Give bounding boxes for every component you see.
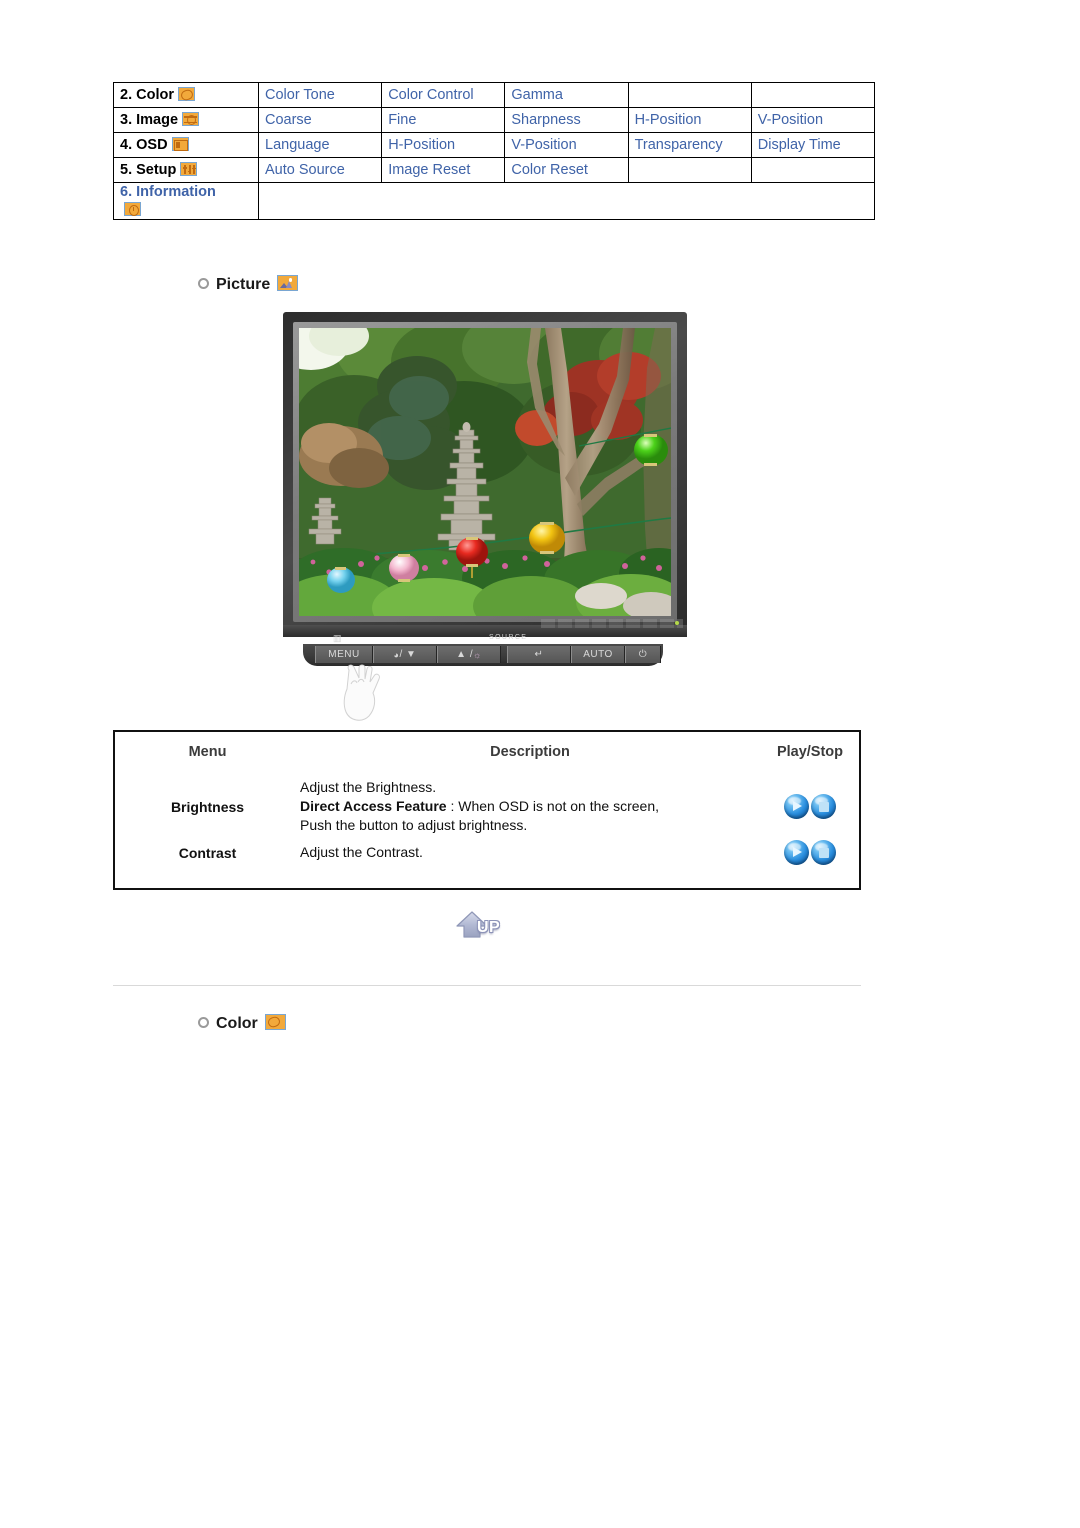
brightness-up-button[interactable]: ▲ / ☼ [437,646,501,663]
up-button-label: UP [477,919,501,936]
desc-line-1: Adjust the Brightness. [300,779,437,795]
play-button-contrast[interactable] [784,840,809,865]
table-row: Contrast Adjust the Contrast. [115,839,860,866]
menu-name-contrast: Contrast [178,844,237,861]
menu-label-text: 6. Information [120,184,216,200]
menu-item-language[interactable]: Language [257,132,383,158]
menu-name-brightness: Brightness [170,798,245,815]
source-label: SOURCE [489,634,528,641]
setup-sliders-icon [180,162,198,176]
color-palette-icon [264,1014,286,1030]
description-table: Menu Description Play/Stop Brightness Ad… [113,730,861,890]
image-adjust-icon [182,112,200,126]
information-clock-icon [124,202,141,216]
desc-line-3: Push the button to adjust brightness. [300,817,528,833]
power-button[interactable]: ⏻ [625,646,661,663]
menu-item-image-reset[interactable]: Image Reset [381,157,506,183]
header-description: Description [490,744,570,760]
table-header-row: Menu Description Play/Stop [115,732,860,774]
document-page: 2. Color Color Tone Color Control Gamma … [0,0,1080,1528]
up-button[interactable]: UP [455,908,517,948]
power-led [675,621,679,625]
monitor-illustration [283,312,687,637]
bullet-icon [198,1017,209,1028]
menu-button[interactable]: MENU [315,646,373,663]
play-button-brightness[interactable] [784,794,809,819]
menu-grid-icon: ▥ [333,633,341,643]
brightness-down-button[interactable]: ◕ / ▼ [373,646,437,663]
description-contrast: Adjust the Contrast. [300,844,423,860]
sun-glyph: ☼ [473,649,482,660]
menu-label-text: 3. Image [120,112,179,128]
menu-label-text: 2. Color [120,87,174,103]
table-row: 6. Information [113,182,875,220]
table-row: 2. Color Color Tone Color Control Gamma [113,82,876,108]
monitor-inner-frame [293,322,677,622]
picture-thumbnail-icon [277,275,299,291]
button-label: ▲ / [456,649,474,660]
bullet-icon [198,278,209,289]
menu-label-information[interactable]: 6. Information [113,182,259,220]
menu-item-fine[interactable]: Fine [381,107,506,133]
menu-item-coarse[interactable]: Coarse [257,107,383,133]
menu-label-color: 2. Color [113,82,259,108]
menu-item-osd-h-position[interactable]: H-Position [381,132,506,158]
menu-item-sharpness[interactable]: Sharpness [504,107,629,133]
empty-cell [627,157,752,183]
menu-item-h-position[interactable]: H-Position [627,107,752,133]
stop-button-brightness[interactable] [811,794,836,819]
desc-line-2: : When OSD is not on the screen, [446,798,659,814]
menu-label-text: 4. OSD [120,137,168,153]
table-row: 5. Setup Auto Source Image Reset Color R… [113,157,876,183]
menu-label-osd: 4. OSD [113,132,259,158]
menu-label-image: 3. Image [113,107,259,133]
horizontal-divider [113,985,861,986]
source-enter-button[interactable]: ↵ [507,646,571,663]
description-brightness: Adjust the Brightness. Direct Access Fea… [300,774,760,839]
empty-cell [258,182,875,220]
section-heading-picture: Picture [198,275,299,294]
menu-item-color-control[interactable]: Color Control [381,82,506,108]
menu-item-transparency[interactable]: Transparency [627,132,752,158]
button-label: / ▼ [399,649,417,660]
desc-bold-phrase: Direct Access Feature [300,798,447,814]
osd-window-icon [171,137,189,151]
menu-label-setup: 5. Setup [113,157,259,183]
header-menu: Menu [188,744,227,760]
menu-item-gamma[interactable]: Gamma [504,82,629,108]
auto-button[interactable]: AUTO [571,646,625,663]
menu-item-color-tone[interactable]: Color Tone [257,82,383,108]
menu-item-auto-source[interactable]: Auto Source [257,157,383,183]
menu-item-osd-v-position[interactable]: V-Position [504,132,629,158]
header-play-stop: Play/Stop [776,744,844,760]
monitor-screen [299,328,671,616]
table-row: Brightness Adjust the Brightness. Direct… [115,774,860,839]
osd-menu-table: 2. Color Color Tone Color Control Gamma … [113,82,876,234]
menu-item-v-position[interactable]: V-Position [750,107,876,133]
empty-cell [750,82,876,108]
play-stop-brightness [760,774,860,839]
section-title: Picture [216,276,271,293]
section-heading-color: Color [198,1014,286,1033]
menu-label-text: 5. Setup [120,162,177,178]
empty-cell [750,157,876,183]
pointing-hand-illustration [343,664,380,721]
empty-cell [627,82,752,108]
section-title: Color [216,1015,258,1032]
table-row: 3. Image Coarse Fine Sharpness H-Positio… [113,107,876,133]
menu-item-display-time[interactable]: Display Time [750,132,876,158]
table-row: 4. OSD Language H-Position V-Position Tr… [113,132,876,158]
stop-button-contrast[interactable] [811,840,836,865]
garden-photo [299,328,671,616]
color-palette-icon [177,87,195,102]
bezel-reflection [541,619,683,628]
play-stop-contrast [760,839,860,866]
menu-item-color-reset[interactable]: Color Reset [504,157,629,183]
